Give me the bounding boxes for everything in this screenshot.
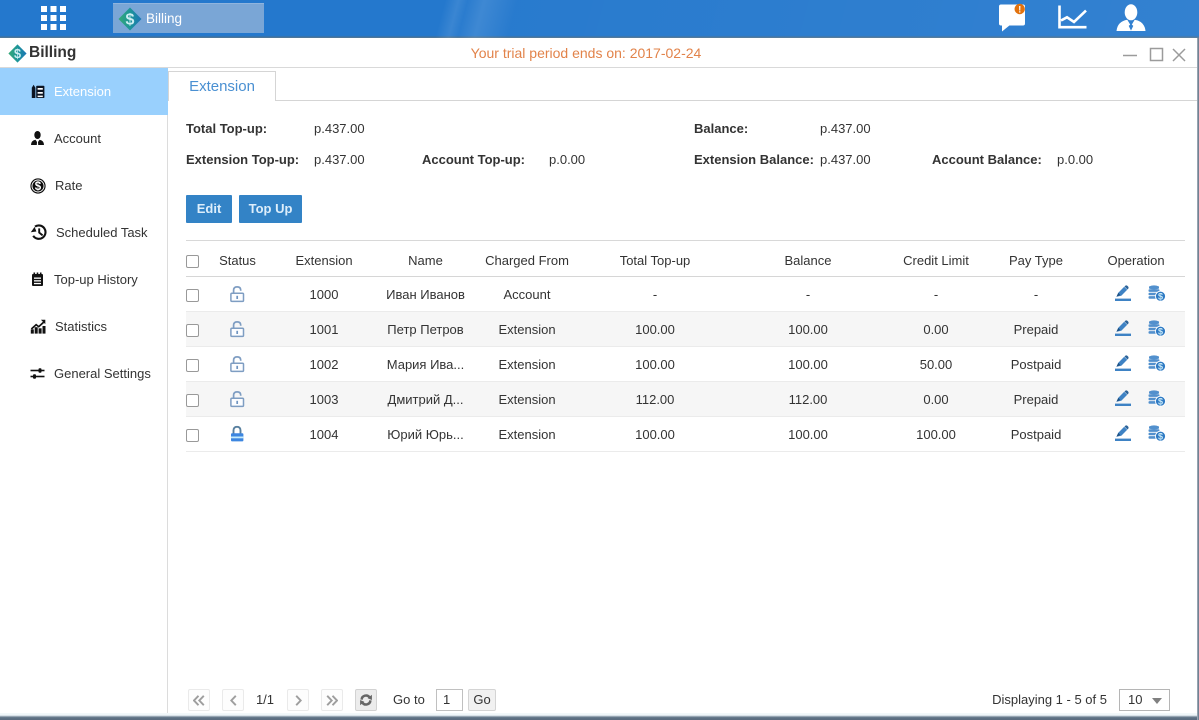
svg-text:$: $ bbox=[1158, 291, 1163, 301]
svg-text:$: $ bbox=[1158, 361, 1163, 371]
svg-text:$: $ bbox=[14, 47, 21, 61]
svg-text:$: $ bbox=[1158, 396, 1163, 406]
svg-text:$: $ bbox=[35, 181, 42, 193]
svg-text:$: $ bbox=[126, 12, 135, 29]
svg-text:$: $ bbox=[1158, 326, 1163, 336]
svg-text:!: ! bbox=[1018, 4, 1021, 14]
svg-text:$: $ bbox=[1158, 431, 1163, 441]
